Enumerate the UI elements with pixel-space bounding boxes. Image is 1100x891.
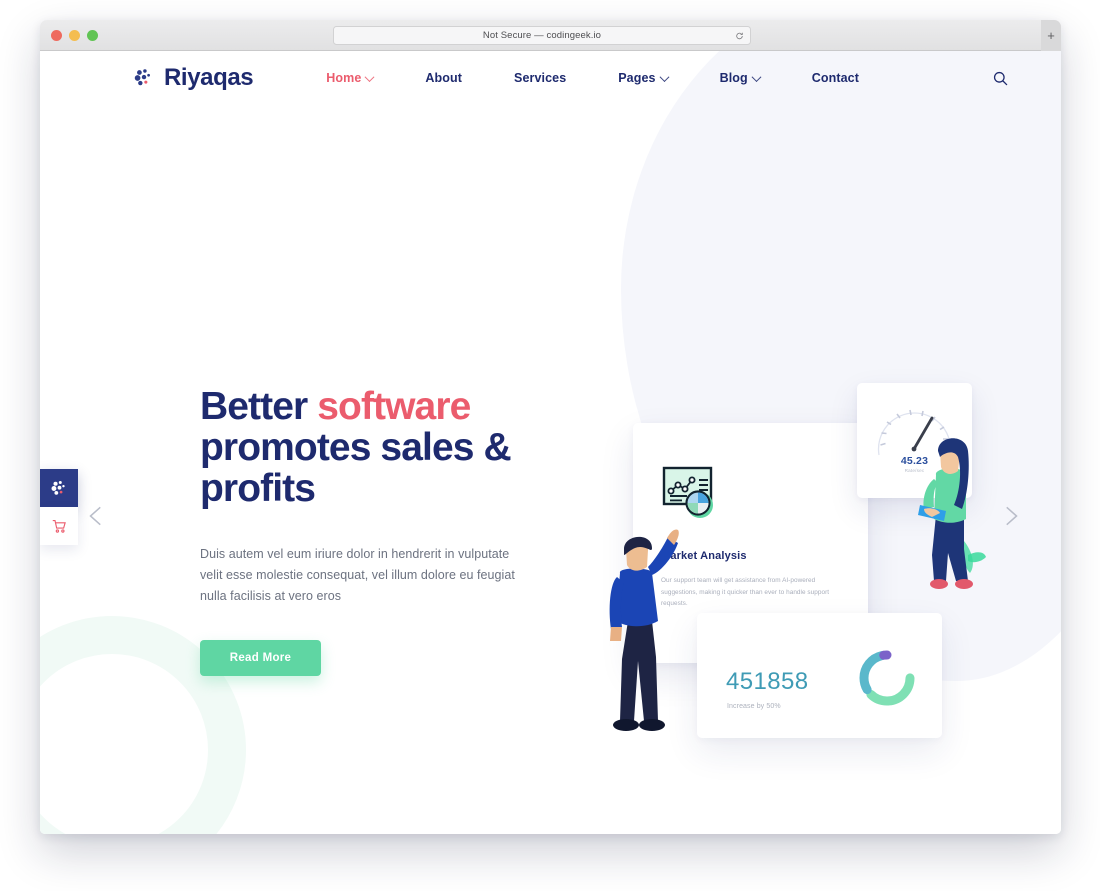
brand-logo[interactable]: Riyaqas (133, 64, 254, 92)
nav-item-contact[interactable]: Contact (786, 71, 885, 85)
side-logo-tile[interactable] (40, 469, 78, 507)
nav-links: Home About Services Pages Blog Contact (300, 71, 885, 85)
chevron-down-icon (751, 71, 762, 82)
woman-with-tablet-illustration (918, 438, 986, 589)
nav-item-label: Pages (618, 71, 656, 85)
browser-titlebar: Not Secure — codingeek.io + (40, 20, 1061, 51)
website-page: Riyaqas Home About Services Pages Blog C… (40, 51, 1061, 834)
nav-item-label: Blog (719, 71, 748, 85)
carousel-prev-button[interactable] (84, 503, 110, 529)
hero-title: Better software promotes sales & profits (200, 386, 540, 509)
hero-title-part1: Better (200, 385, 318, 428)
minimize-window-button[interactable] (69, 29, 80, 41)
nav-item-label: Home (326, 71, 362, 85)
man-pointing-illustration (609, 529, 679, 731)
nav-item-label: Contact (811, 71, 859, 85)
nav-item-pages[interactable]: Pages (592, 71, 693, 85)
hero-section: Better software promotes sales & profits… (40, 105, 1061, 834)
hero-description: Duis autem vel eum iriure dolor in hendr… (200, 547, 515, 603)
search-icon[interactable] (992, 70, 1009, 87)
market-analysis-chart-icon (662, 466, 713, 518)
chevron-down-icon (364, 71, 375, 82)
read-more-button[interactable]: Read More (200, 640, 321, 676)
chevron-down-icon (659, 71, 670, 82)
market-card-description: Our support team will get assistance fro… (661, 577, 830, 607)
nav-item-label: About (425, 71, 463, 85)
hero-title-part2: promotes sales & profits (200, 426, 512, 510)
address-bar[interactable]: Not Secure — codingeek.io (333, 26, 751, 45)
hero-illustration: Market Analysis Our support team will ge… (540, 345, 1040, 775)
brand-name: Riyaqas (164, 64, 254, 91)
market-card-title: Market Analysis (661, 550, 747, 562)
site-navbar: Riyaqas Home About Services Pages Blog C… (40, 51, 1061, 105)
maximize-window-button[interactable] (87, 29, 98, 41)
reload-icon[interactable] (735, 31, 744, 40)
stat-value: 451858 (726, 668, 809, 695)
stat-subtitle: Increase by 50% (727, 703, 781, 710)
nav-item-home[interactable]: Home (300, 71, 399, 85)
hero-copy: Better software promotes sales & profits… (200, 386, 540, 676)
hero-title-accent: software (317, 385, 471, 428)
plus-icon: + (1047, 28, 1055, 43)
carousel-next-button[interactable] (997, 503, 1023, 529)
donut-chart-icon (859, 650, 915, 706)
riyaqas-logo-mark-icon (51, 480, 65, 495)
nav-item-blog[interactable]: Blog (694, 71, 786, 85)
nav-item-about[interactable]: About (399, 71, 488, 85)
nav-item-label: Services (514, 71, 567, 85)
shopping-cart-icon (52, 519, 66, 533)
window-controls (51, 29, 98, 41)
url-text: Not Secure — codingeek.io (482, 30, 602, 41)
close-window-button[interactable] (51, 29, 62, 41)
stat-card: 451858 Increase by 50% (697, 613, 942, 738)
nav-item-services[interactable]: Services (488, 71, 592, 85)
riyaqas-logo-mark-icon (134, 69, 150, 86)
browser-window: Not Secure — codingeek.io + Riyaqas Home… (40, 20, 1061, 834)
new-tab-button[interactable]: + (1041, 20, 1061, 51)
side-cart-tile[interactable] (40, 507, 78, 545)
side-widget-stack (40, 469, 78, 545)
